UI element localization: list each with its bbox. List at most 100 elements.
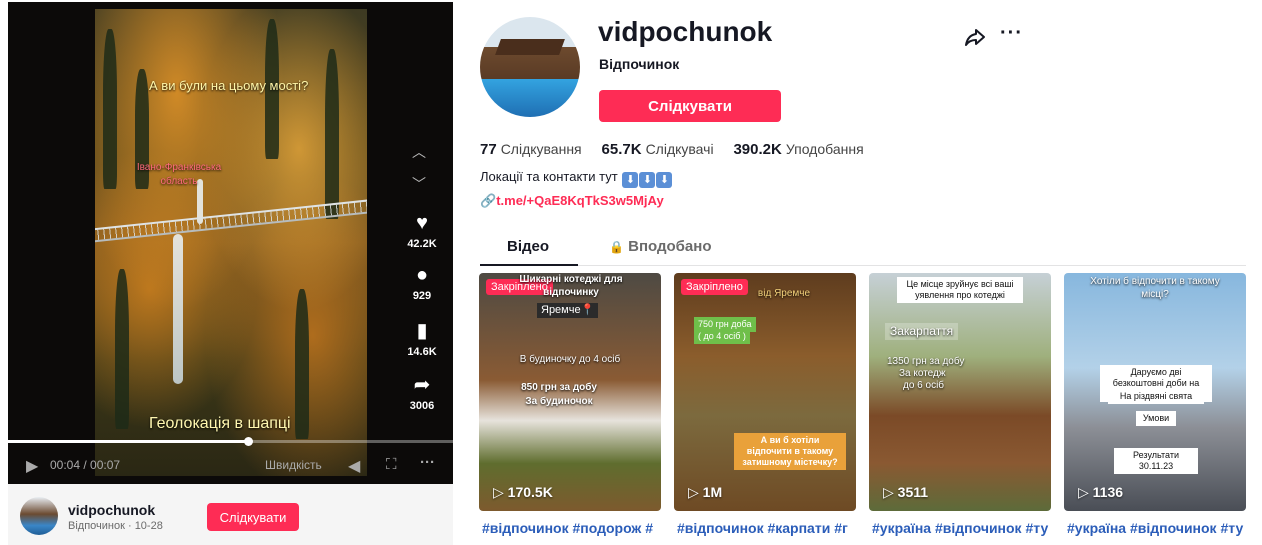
card-text: від Яремче [757, 288, 811, 299]
overlay-question: А ви були на цьому мості? [149, 78, 309, 93]
more-options-icon[interactable]: ··· [1000, 22, 1023, 45]
view-count-value: 3511 [897, 484, 929, 500]
view-count: ▷ 3511 [883, 484, 928, 501]
video-caption[interactable]: #відпочинок #подорож # [482, 520, 664, 536]
video-caption[interactable]: #україна #відпочинок #ту [1067, 520, 1245, 536]
author-bar: vidpochunok Відпочинок · 10-28 Слідкуват… [8, 484, 453, 545]
card-chip: ( до 4 осіб ) [694, 329, 750, 344]
chevron-up-icon[interactable]: ︿ [412, 142, 426, 162]
speed-button[interactable]: Швидкість [265, 458, 322, 472]
time-display: 00:04 / 00:07 [50, 458, 121, 472]
card-text: Закарпаття [885, 323, 959, 340]
video-player[interactable]: А ви були на цьому мості? Івано-Франківс… [8, 2, 453, 484]
profile-link-text[interactable]: t.me/+QaE8KqTkS3w5MjAy [496, 193, 664, 208]
like-count: 42.2K [407, 238, 437, 250]
tree-decoration [115, 269, 129, 429]
comment-button[interactable]: ● 929 [407, 264, 437, 302]
profile-tabs: Відео 🔒 Вподобано [480, 235, 1246, 266]
play-icon[interactable]: ▶ [26, 456, 38, 476]
video-card[interactable]: Це місце зруйнує всі ваші уявлення про к… [869, 273, 1051, 511]
share-count: 3006 [409, 400, 435, 412]
card-chip: Умови [1136, 411, 1176, 426]
link-icon: 🔗 [480, 193, 497, 208]
overlay-region: Івано-Франківська область [136, 162, 222, 187]
like-button[interactable]: ♥ 42.2K [407, 212, 437, 250]
video-card[interactable]: Закріплено від Яремче 750 грн доба ( до … [674, 273, 856, 511]
video-card[interactable]: Закріплено Шикарні котеджі для відпочинк… [479, 273, 661, 511]
comment-icon: ● [415, 264, 429, 286]
profile-username: vidpochunok [598, 16, 773, 47]
save-count: 14.6K [407, 346, 437, 358]
author-name[interactable]: vidpochunok [68, 502, 155, 518]
play-icon: ▷ [493, 484, 504, 500]
pinned-badge: Закріплено [681, 279, 748, 295]
video-caption[interactable]: #відпочинок #карпати #г [677, 520, 859, 536]
overlay-geo: Геолокація в шапці [149, 415, 291, 432]
video-caption[interactable]: #україна #відпочинок #ту [872, 520, 1054, 536]
comment-count: 929 [412, 290, 432, 302]
profile-nickname: Відпочинок [599, 56, 680, 72]
suspension-bridge [95, 198, 367, 244]
tab-videos[interactable]: Відео [507, 238, 549, 255]
following-count[interactable]: 77 [480, 141, 497, 158]
followers-count[interactable]: 65.7K [602, 141, 642, 158]
followers-label: Слідкувачі [645, 141, 714, 157]
share-icon[interactable] [963, 25, 987, 49]
card-text: Шикарні котеджі для відпочинку [519, 274, 623, 298]
chevron-down-icon[interactable]: ﹀ [412, 174, 426, 194]
bookmark-icon: ▮ [416, 320, 428, 342]
save-button[interactable]: ▮ 14.6K [407, 320, 437, 358]
play-icon: ▷ [1078, 484, 1089, 500]
heart-icon: ♥ [416, 212, 428, 234]
profile-follow-button[interactable]: Слідкувати [599, 90, 781, 122]
share-arrow-icon: ➦ [413, 374, 431, 396]
tab-liked-label: Вподобано [628, 238, 712, 255]
tree-decoration [103, 29, 117, 189]
card-chip: Це місце зруйнує всі ваші уявлення про к… [897, 277, 1023, 303]
video-card[interactable]: Хотіли б відпочити в такому місці? Дарує… [1064, 273, 1246, 511]
player-controls: ▶ 00:04 / 00:07 Швидкість ◀ ⛶ ··· [8, 432, 453, 484]
card-text: 850 грн за добу [521, 382, 597, 393]
progress-fill [8, 440, 249, 443]
avatar-house-roof [495, 39, 565, 55]
view-count: ▷ 1136 [1078, 484, 1123, 501]
down-arrow-emoji: ⬇ [656, 172, 673, 188]
card-text: В будиночку до 4 осіб [519, 354, 621, 365]
view-count: ▷ 170.5K [493, 484, 553, 501]
tree-decoration [325, 49, 339, 219]
profile-avatar[interactable] [480, 17, 580, 117]
profile-link[interactable]: 🔗t.me/+QaE8KqTkS3w5MjAy [480, 193, 664, 209]
profile-stats: 77 Слідкування 65.7K Слідкувачі 390.2K Упод… [480, 141, 880, 158]
volume-icon[interactable]: ◀ [348, 456, 360, 476]
video-frame[interactable]: А ви були на цьому мості? Івано-Франківс… [95, 9, 367, 476]
down-arrow-emoji: ⬇ [622, 172, 639, 188]
card-chip: Результати 30.11.23 [1114, 448, 1198, 474]
avatar[interactable] [20, 497, 58, 535]
card-text: Хотіли б відпочити в такому місці? [1090, 276, 1220, 300]
follow-button[interactable]: Слідкувати [207, 503, 299, 531]
fullscreen-icon[interactable]: ⛶ [386, 456, 397, 473]
card-chip: На різдвяні свята [1108, 389, 1204, 404]
bio-text: Локації та контакти тут [480, 169, 618, 184]
lock-icon: 🔒 [609, 240, 624, 254]
play-icon: ▷ [688, 484, 699, 500]
play-icon: ▷ [883, 484, 894, 500]
view-count: ▷ 1M [688, 484, 722, 501]
view-count-value: 170.5K [507, 484, 553, 500]
tiktok-profile-page: А ви були на цьому мості? Івано-Франківс… [0, 0, 1262, 545]
tree-decoration [295, 289, 309, 439]
view-count-value: 1M [702, 484, 723, 500]
progress-knob[interactable] [244, 437, 254, 446]
share-button[interactable]: ➦ 3006 [407, 374, 437, 412]
following-label: Слідкування [500, 141, 582, 157]
likes-label: Уподобання [785, 141, 864, 157]
card-text: За будиночок [525, 396, 593, 407]
progress-bar[interactable] [8, 437, 453, 446]
likes-count: 390.2K [733, 141, 782, 158]
view-count-value: 1136 [1092, 484, 1124, 500]
card-chip: А ви б хотіли відпочити в такому затишно… [734, 433, 846, 470]
tab-liked[interactable]: 🔒 Вподобано [609, 238, 712, 255]
author-subtitle: Відпочинок · 10-28 [68, 520, 163, 532]
profile-bio: Локації та контакти тут ⬇ ⬇ ⬇ [480, 169, 673, 188]
more-icon[interactable]: ··· [420, 454, 435, 471]
